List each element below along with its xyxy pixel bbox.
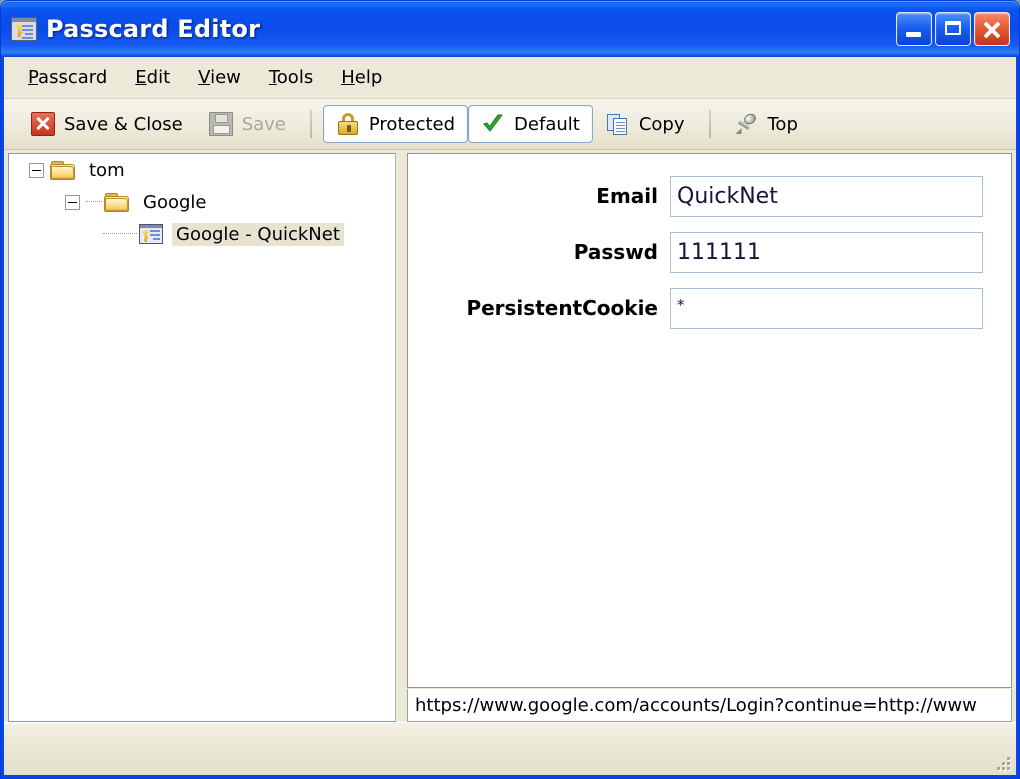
passcard-tree[interactable]: tom Google Google - QuickNet (8, 153, 396, 722)
menu-item-label: ools (276, 67, 314, 88)
form-row-email: Email QuickNet (408, 176, 983, 217)
field-label-passwd: Passwd (573, 240, 658, 264)
tree-connector-line (103, 233, 137, 235)
top-label: Top (767, 113, 798, 135)
form-row-passwd: Passwd 111111 (408, 232, 983, 273)
url-bar[interactable]: https://www.google.com/accounts/Login?co… (407, 689, 1012, 722)
copy-label: Copy (638, 113, 685, 135)
menu-accel-char: E (135, 67, 147, 88)
expander-collapse-icon[interactable] (65, 194, 80, 210)
persistentcookie-field[interactable]: * (670, 288, 983, 329)
menu-item-tools[interactable]: Tools (255, 64, 327, 91)
url-text: https://www.google.com/accounts/Login?co… (415, 694, 977, 716)
persistentcookie-value: * (677, 296, 685, 314)
default-toggle-button[interactable]: Default (468, 105, 593, 143)
title-bar: Passcard Editor (1, 1, 1019, 57)
menu-item-help[interactable]: Help (327, 64, 396, 91)
menu-item-view[interactable]: View (184, 64, 255, 91)
toolbar-separator-1 (309, 110, 312, 138)
save-and-close-button[interactable]: Save & Close (18, 105, 196, 143)
top-button[interactable]: Top (722, 105, 811, 143)
floppy-disk-icon (208, 112, 233, 136)
menu-item-label: dit (146, 67, 171, 88)
save-button[interactable]: Save (196, 105, 299, 143)
tree-node-google-quicknet[interactable]: Google - QuickNet (9, 218, 395, 250)
tree-node-label: tom (89, 159, 125, 181)
passcard-form: Email QuickNet Passwd 111111 PersistentC… (407, 153, 1012, 688)
folder-icon (50, 160, 76, 181)
protected-toggle-button[interactable]: Protected (322, 105, 469, 143)
tree-node-google[interactable]: Google (9, 186, 395, 218)
email-value: QuickNet (677, 184, 778, 209)
field-label-persistentcookie: PersistentCookie (466, 296, 658, 320)
copy-button[interactable]: Copy (593, 105, 698, 143)
default-label: Default (514, 113, 580, 135)
toolbar-separator-2 (708, 110, 711, 138)
menu-item-label: asscard (38, 67, 108, 88)
pane-splitter[interactable] (396, 153, 407, 722)
menu-accel-char: V (198, 67, 211, 88)
copy-pages-icon (606, 112, 630, 136)
passcard-icon (139, 224, 163, 244)
main-body: tom Google Google - QuickNet Email Quick… (4, 150, 1016, 722)
pushpin-icon (735, 111, 759, 136)
passcard-editor-window: Passcard Editor Passcard Edit View Tools… (0, 0, 1020, 779)
maximize-button[interactable] (935, 12, 971, 46)
status-bar (4, 722, 1016, 775)
window-controls (896, 12, 1013, 46)
lock-icon (336, 112, 360, 136)
form-row-persistentcookie: PersistentCookie * (408, 288, 983, 329)
menu-item-label: iew (210, 67, 241, 88)
tree-connector-line (86, 201, 102, 203)
menu-accel-char: T (268, 67, 277, 88)
close-button[interactable] (974, 12, 1010, 46)
folder-icon (104, 192, 130, 213)
client-area: Passcard Edit View Tools Help Save & Clo… (4, 57, 1016, 775)
menu-item-passcard[interactable]: Passcard (14, 64, 121, 91)
detail-pane: Email QuickNet Passwd 111111 PersistentC… (407, 153, 1012, 722)
save-and-close-label: Save & Close (64, 113, 183, 135)
tree-node-label: Google (143, 191, 207, 213)
passwd-value: 111111 (677, 240, 761, 265)
protected-label: Protected (368, 113, 456, 135)
menu-item-label: elp (354, 67, 383, 88)
tree-node-label: Google - QuickNet (172, 222, 344, 246)
save-label: Save (241, 113, 286, 135)
menu-item-edit[interactable]: Edit (121, 64, 184, 91)
menu-accel-char: H (341, 67, 355, 88)
menu-bar: Passcard Edit View Tools Help (4, 57, 1016, 99)
minimize-button[interactable] (896, 12, 932, 46)
close-red-icon (31, 112, 55, 136)
window-title: Passcard Editor (46, 15, 261, 43)
resize-grip[interactable] (992, 752, 1010, 770)
expander-collapse-icon[interactable] (29, 162, 44, 178)
menu-accel-char: P (28, 67, 39, 88)
tree-node-tom[interactable]: tom (9, 154, 395, 186)
green-check-icon (481, 112, 505, 136)
toolbar: Save & Close Save Protected Default Copy… (4, 99, 1016, 150)
email-field[interactable]: QuickNet (670, 176, 983, 217)
field-label-email: Email (596, 184, 658, 208)
passcard-app-icon (11, 17, 37, 41)
passwd-field[interactable]: 111111 (670, 232, 983, 273)
